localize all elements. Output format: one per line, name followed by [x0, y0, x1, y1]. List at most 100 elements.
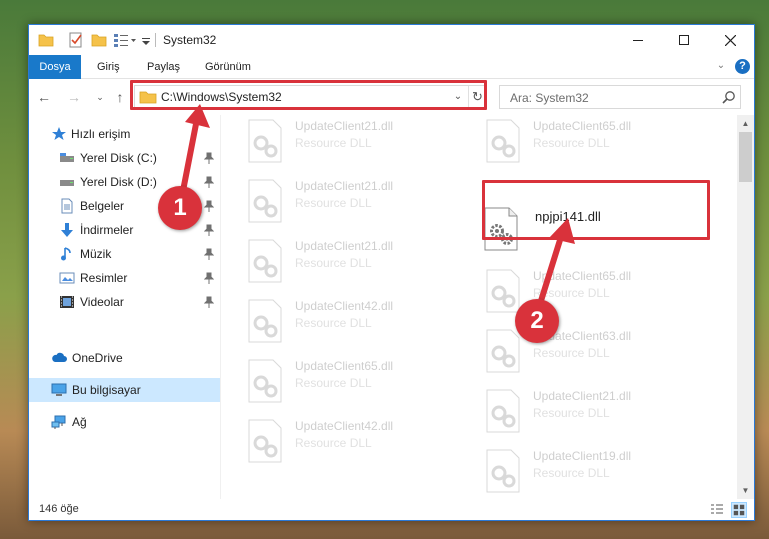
- download-icon: [61, 223, 73, 237]
- file-name: UpdateClient19.dll: [533, 449, 632, 463]
- tab-view[interactable]: Görünüm: [193, 55, 263, 79]
- large-icons-view-icon[interactable]: [731, 502, 747, 518]
- title-separator: [155, 33, 156, 47]
- file-item[interactable]: UpdateClient21.dll Resource DLL: [221, 235, 441, 285]
- dll-file-icon: [486, 119, 520, 163]
- file-list: UpdateClient21.dll Resource DLL UpdateCl…: [221, 115, 737, 499]
- sidebar-item-label: Yerel Disk (D:): [80, 175, 157, 189]
- sidebar-item-label: Ağ: [72, 415, 87, 429]
- tab-share[interactable]: Paylaş: [135, 55, 192, 79]
- help-icon[interactable]: ?: [735, 59, 750, 74]
- file-item[interactable]: UpdateClient21.dll Resource DLL: [459, 385, 679, 435]
- file-type: Resource DLL: [533, 466, 610, 480]
- file-item[interactable]: UpdateClient19.dll Resource DLL: [459, 445, 679, 495]
- pin-icon[interactable]: [203, 248, 215, 260]
- sidebar-item-videos[interactable]: Videolar: [29, 290, 220, 314]
- pictures-icon: [59, 272, 75, 284]
- search-placeholder[interactable]: Ara: System32: [510, 91, 589, 105]
- view-menu-icon[interactable]: [113, 32, 137, 48]
- file-name: UpdateClient42.dll: [295, 299, 394, 313]
- file-item[interactable]: UpdateClient65.dll Resource DLL: [221, 355, 441, 405]
- file-item[interactable]: UpdateClient21.dll Resource DLL: [221, 115, 441, 165]
- tab-home[interactable]: Giriş: [85, 55, 132, 79]
- file-name: UpdateClient21.dll: [533, 389, 632, 403]
- address-highlight-box: [130, 80, 487, 110]
- dll-file-icon: [486, 389, 520, 433]
- sidebar-item-network[interactable]: Ağ: [29, 410, 220, 434]
- sidebar-item-local-disk-c[interactable]: Yerel Disk (C:): [29, 146, 220, 170]
- maximize-button[interactable]: [661, 25, 707, 55]
- expand-ribbon-icon[interactable]: ⌄: [714, 60, 728, 74]
- sidebar-item-label: Videolar: [80, 295, 124, 309]
- file-name: UpdateClient65.dll: [533, 269, 632, 283]
- sidebar-item-onedrive[interactable]: OneDrive: [29, 346, 220, 370]
- cloud-icon: [52, 352, 67, 362]
- network-icon: [51, 415, 66, 429]
- sidebar-item-label: Resimler: [80, 271, 128, 285]
- file-type: Resource DLL: [295, 316, 372, 330]
- file-item[interactable]: UpdateClient42.dll Resource DLL: [221, 415, 441, 465]
- pin-icon[interactable]: [203, 272, 215, 284]
- pin-icon[interactable]: [203, 224, 215, 236]
- computer-icon: [51, 383, 67, 396]
- scroll-down-button[interactable]: ▼: [737, 482, 754, 499]
- file-name: UpdateClient21.dll: [295, 239, 394, 253]
- file-item[interactable]: UpdateClient65.dll Resource DLL: [459, 265, 679, 315]
- customize-toolbar-icon[interactable]: [141, 32, 151, 48]
- dll-file-icon: [486, 449, 520, 493]
- back-button[interactable]: ←: [35, 88, 53, 106]
- navigation-pane: Hızlı erişim Yerel Disk (C:) Yerel Disk …: [29, 115, 220, 499]
- sidebar-item-label: Bu bilgisayar: [72, 383, 141, 397]
- recent-locations-button[interactable]: ⌄: [91, 88, 109, 106]
- dll-file-icon: [248, 419, 282, 463]
- file-type: Resource DLL: [295, 376, 372, 390]
- close-button[interactable]: [707, 25, 753, 55]
- search-box[interactable]: Ara: System32: [499, 85, 741, 109]
- file-type: Resource DLL: [533, 406, 610, 420]
- sidebar-item-label: Müzik: [80, 247, 112, 261]
- new-folder-icon[interactable]: [91, 32, 107, 48]
- file-item[interactable]: UpdateClient21.dll Resource DLL: [221, 175, 441, 225]
- sidebar-item-pictures[interactable]: Resimler: [29, 266, 220, 290]
- window-title: System32: [163, 33, 217, 47]
- item-count: 146 öğe: [39, 503, 79, 515]
- details-view-icon[interactable]: [709, 502, 725, 518]
- file-name: UpdateClient65.dll: [295, 359, 394, 373]
- scrollbar-thumb[interactable]: [739, 132, 752, 182]
- dll-file-icon: [248, 299, 282, 343]
- file-name: UpdateClient65.dll: [533, 119, 632, 133]
- step-2-badge: 2: [515, 299, 559, 343]
- title-bar: System32: [29, 25, 754, 55]
- pin-icon[interactable]: [203, 296, 215, 308]
- file-type: Resource DLL: [533, 346, 610, 360]
- file-name: UpdateClient21.dll: [295, 179, 394, 193]
- forward-button[interactable]: →: [65, 88, 83, 106]
- sidebar-item-music[interactable]: Müzik: [29, 242, 220, 266]
- dll-file-icon: [486, 329, 520, 373]
- tab-file[interactable]: Dosya: [29, 55, 81, 79]
- sidebar-item-label: OneDrive: [72, 351, 123, 365]
- folder-icon[interactable]: [38, 32, 54, 48]
- vertical-scrollbar[interactable]: ▲ ▼: [737, 115, 754, 499]
- scroll-up-button[interactable]: ▲: [737, 115, 754, 132]
- dll-file-icon: [248, 239, 282, 283]
- up-button[interactable]: ↑: [111, 88, 129, 106]
- file-item[interactable]: UpdateClient63.dll Resource DLL: [459, 325, 679, 375]
- properties-icon[interactable]: [68, 32, 84, 48]
- sidebar-item-quick-access[interactable]: Hızlı erişim: [29, 122, 220, 146]
- file-highlight-box: [482, 180, 710, 240]
- file-item[interactable]: UpdateClient42.dll Resource DLL: [221, 295, 441, 345]
- sidebar-item-label: Yerel Disk (C:): [80, 151, 157, 165]
- pin-icon[interactable]: [203, 200, 215, 212]
- sidebar-item-this-pc[interactable]: Bu bilgisayar: [29, 378, 220, 402]
- file-name: UpdateClient21.dll: [295, 119, 394, 133]
- minimize-button[interactable]: [615, 25, 661, 55]
- file-type: Resource DLL: [295, 436, 372, 450]
- sidebar-item-label: Hızlı erişim: [71, 127, 131, 141]
- dll-file-icon: [486, 269, 520, 313]
- pin-icon[interactable]: [203, 152, 215, 164]
- pin-icon[interactable]: [203, 176, 215, 188]
- search-icon[interactable]: [722, 90, 736, 104]
- file-item[interactable]: UpdateClient65.dll Resource DLL: [459, 115, 679, 165]
- file-type: Resource DLL: [533, 286, 610, 300]
